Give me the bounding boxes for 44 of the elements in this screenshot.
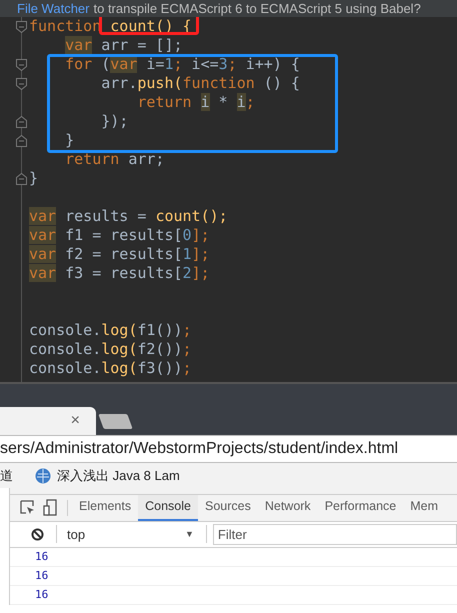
device-icon[interactable] xyxy=(43,499,57,516)
code-line: var results = count(); xyxy=(29,207,228,225)
code-line: var f2 = results[1]; xyxy=(29,245,210,263)
close-icon[interactable]: × xyxy=(70,413,80,429)
devtools-tab[interactable]: Sources xyxy=(198,495,258,520)
code-line: console.log(f1()); xyxy=(29,321,192,339)
devtools-tab[interactable]: Mem xyxy=(403,495,446,520)
browser-tab[interactable]: × xyxy=(0,407,96,435)
clear-console-icon[interactable] xyxy=(31,528,44,541)
context-selector[interactable]: top xyxy=(67,524,185,544)
code-line: for (var i=1; i<=3; i++) { xyxy=(64,55,300,73)
code-line: }); xyxy=(100,112,128,130)
bookmark-link[interactable]: 道 xyxy=(0,466,13,486)
code-line: var f3 = results[2]; xyxy=(29,264,210,282)
code-line: var arr = []; xyxy=(64,36,183,54)
address-bar[interactable]: sers/Administrator/WebstormProjects/student/index.html xyxy=(0,437,398,461)
inspect-icon[interactable] xyxy=(20,500,35,516)
code-line: } xyxy=(29,169,38,187)
code-line: var f1 = results[0]; xyxy=(29,226,210,244)
code-line: return arr; xyxy=(64,150,164,168)
fold-end-icon[interactable] xyxy=(16,116,27,128)
console-message: 16 xyxy=(35,568,48,584)
fold-collapse-icon[interactable] xyxy=(16,59,27,71)
caret-icon[interactable]: ▼ xyxy=(185,528,194,541)
notification-text: to transpile ECMAScript 6 to ECMAScript 5 using Babel? xyxy=(93,1,421,16)
fold-collapse-icon[interactable] xyxy=(16,78,27,90)
new-tab-button[interactable] xyxy=(98,414,133,429)
fold-end-icon[interactable] xyxy=(16,173,27,185)
console-message: 16 xyxy=(35,548,48,565)
devtools-tab[interactable]: Console xyxy=(138,495,198,520)
file-watcher-link[interactable]: File Watcher xyxy=(17,1,90,16)
devtools-tab[interactable]: Performance xyxy=(318,495,404,520)
filter-field[interactable]: Filter xyxy=(212,524,457,545)
fold-end-icon[interactable] xyxy=(16,135,27,147)
code-line: console.log(f2()); xyxy=(29,340,192,358)
console-message: 16 xyxy=(35,586,48,603)
code-line: return i * i; xyxy=(136,93,255,111)
code-line: console.log(f3()); xyxy=(29,359,192,377)
code-line: arr.push(function () { xyxy=(100,74,300,92)
bookmark-link[interactable]: 深入浅出 Java 8 Lam xyxy=(57,466,180,486)
devtools-tab[interactable]: Network xyxy=(258,495,318,520)
fold-collapse-icon[interactable] xyxy=(16,21,27,33)
code-line: } xyxy=(64,131,74,149)
devtools-tab[interactable]: Elements xyxy=(72,495,138,520)
